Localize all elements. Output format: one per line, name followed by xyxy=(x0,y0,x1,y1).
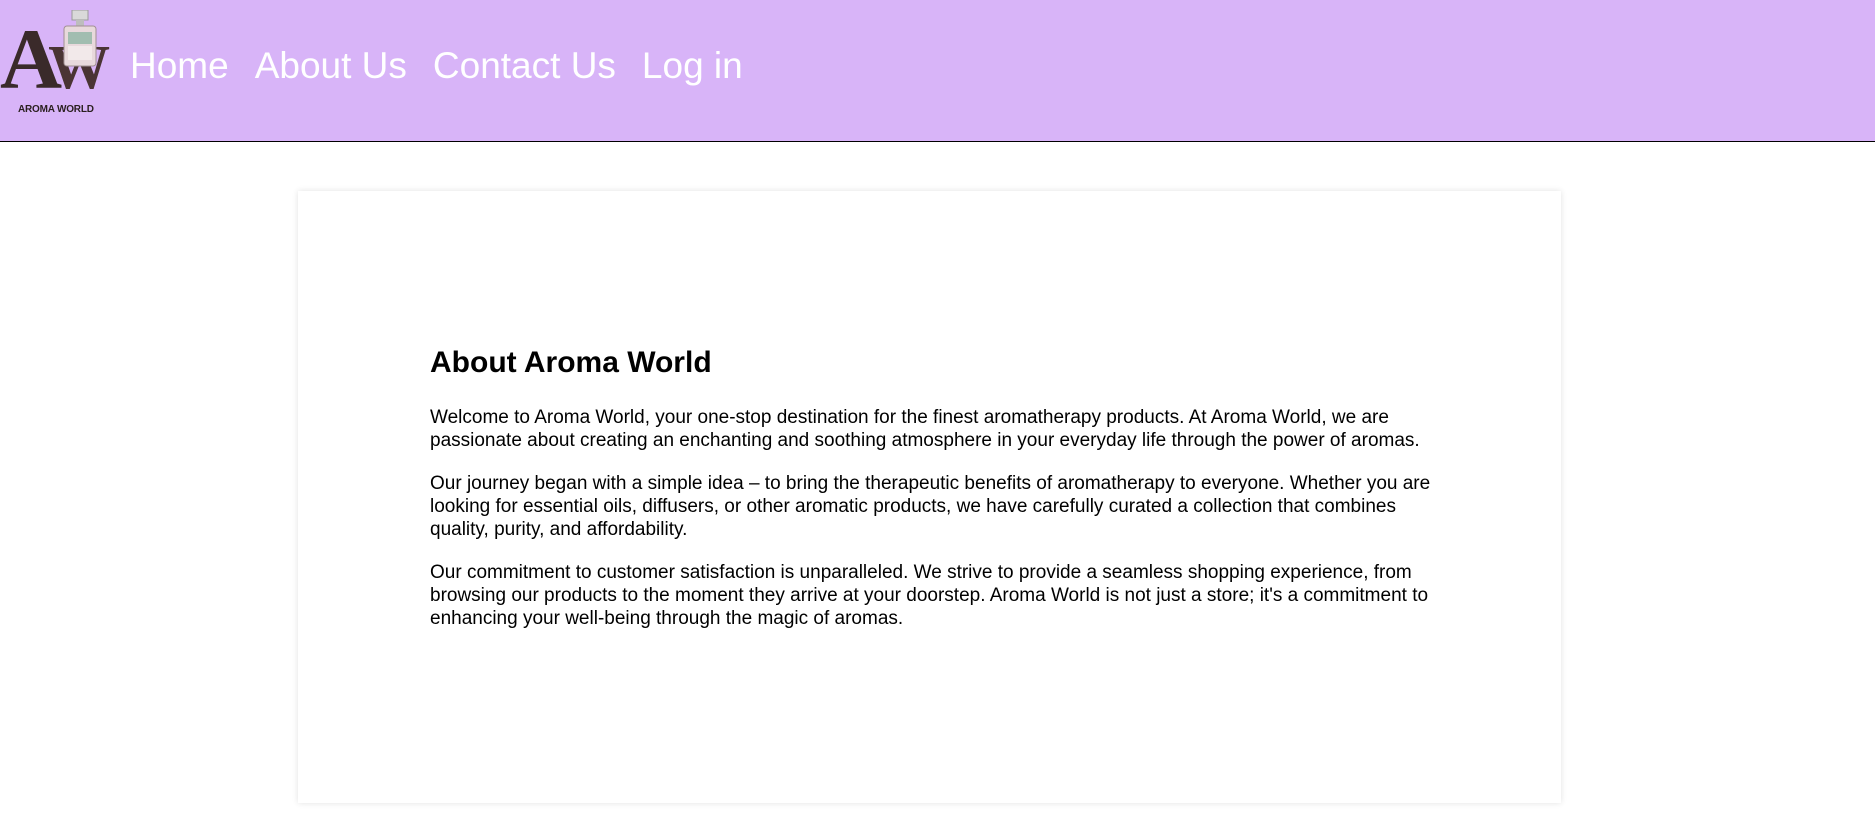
about-content: About Aroma World Welcome to Aroma World… xyxy=(430,346,1440,650)
aroma-world-logo[interactable]: AW AROMA WORLD xyxy=(0,10,116,118)
logo-letter-a: A xyxy=(0,11,62,107)
logo-subtitle: AROMA WORLD xyxy=(18,104,94,115)
perfume-bottle-icon xyxy=(63,10,97,67)
nav-home[interactable]: Home xyxy=(130,44,229,88)
nav-contact-us[interactable]: Contact Us xyxy=(433,44,616,88)
about-paragraph-welcome: Welcome to Aroma World, your one-stop de… xyxy=(430,407,1420,451)
site-header: AW AROMA WORLD Home About Us Contact Us … xyxy=(0,0,1875,142)
about-paragraph-journey: Our journey began with a simple idea – t… xyxy=(430,473,1431,540)
about-title: About Aroma World xyxy=(430,346,712,379)
about-paragraph-commitment: Our commitment to customer satisfaction … xyxy=(430,562,1429,629)
nav-about-us[interactable]: About Us xyxy=(255,44,407,88)
nav-log-in[interactable]: Log in xyxy=(642,44,743,88)
main-nav: Home About Us Contact Us Log in xyxy=(130,44,743,88)
about-card: About Aroma World Welcome to Aroma World… xyxy=(298,191,1561,803)
